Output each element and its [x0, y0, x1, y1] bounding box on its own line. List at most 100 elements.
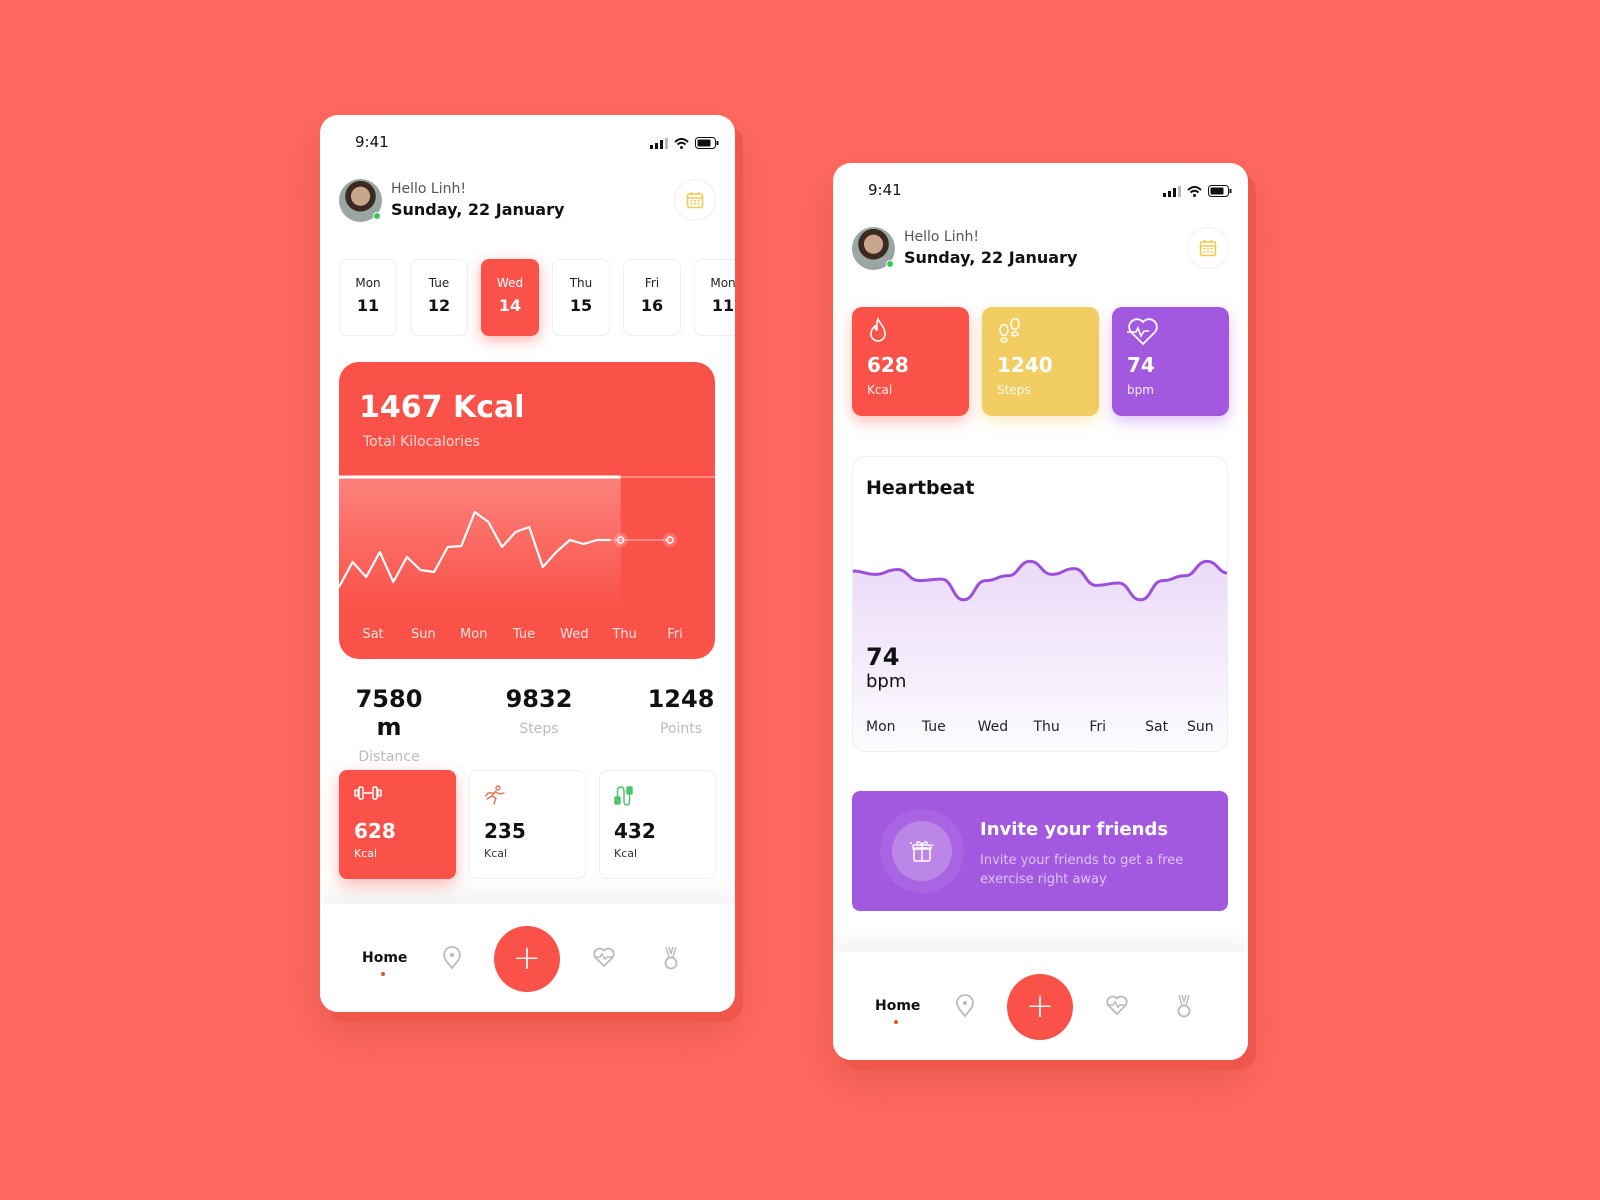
phone-screen-health: 9:41 Hello Linh! Sunday, 22 January 628 …	[833, 163, 1248, 1060]
battery-icon	[1208, 185, 1232, 197]
day-item-selected[interactable]: Wed 14	[481, 259, 539, 336]
stat-label: Steps	[519, 721, 559, 737]
tile-value: 1240	[997, 353, 1053, 377]
heart-pulse-icon[interactable]	[592, 946, 616, 968]
stat-value: 7580 m	[355, 685, 423, 741]
kilocalories-card: 1467 Kcal Total Kilocalories Sat Sun Mon Tu…	[339, 362, 715, 659]
day-number: 11	[711, 296, 735, 315]
x-tick-label: Sun	[411, 627, 436, 642]
bottom-nav: Home +	[833, 952, 1248, 1060]
add-button[interactable]: +	[494, 926, 560, 992]
status-time: 9:41	[355, 133, 389, 151]
activity-card-running[interactable]: 235 Kcal	[469, 770, 586, 879]
invite-friends-banner[interactable]: Invite your friends Invite your friends …	[852, 791, 1228, 911]
heartbeat-area-chart	[853, 559, 1227, 751]
battery-icon	[695, 137, 719, 149]
day-number: 14	[498, 296, 522, 315]
activity-card-weights[interactable]: 628 Kcal	[339, 770, 456, 879]
add-button[interactable]: +	[1007, 974, 1073, 1040]
signal-icon	[1163, 185, 1181, 197]
tile-heart-rate[interactable]: 74 bpm	[1112, 307, 1229, 416]
active-indicator	[381, 972, 385, 976]
active-indicator	[894, 1020, 898, 1024]
online-indicator	[373, 212, 381, 220]
x-tick-label: Tue	[512, 627, 535, 642]
day-name: Wed	[496, 276, 524, 290]
tile-value: 74	[1127, 353, 1155, 377]
flame-icon	[870, 317, 886, 342]
dumbbell-icon	[354, 786, 382, 800]
medal-icon[interactable]	[1176, 994, 1192, 1018]
nav-home[interactable]: Home	[875, 998, 920, 1014]
x-tick-label: Wed	[560, 627, 588, 642]
activity-unit: Kcal	[614, 847, 638, 860]
signal-icon	[650, 137, 668, 149]
activity-cards: 628 Kcal 235 Kcal 432 Kcal	[339, 770, 716, 879]
calendar-icon	[686, 192, 704, 209]
day-item[interactable]: Mon 11	[339, 259, 397, 336]
x-tick-label: Tue	[921, 719, 946, 735]
status-bar: 9:41	[320, 133, 735, 155]
tile-steps[interactable]: 1240 Steps	[982, 307, 1099, 416]
day-name: Mon	[710, 276, 735, 290]
avatar[interactable]	[852, 227, 895, 270]
heart-pulse-icon[interactable]	[1105, 994, 1129, 1016]
day-item[interactable]: Thu 15	[552, 259, 610, 336]
heartbeat-x-axis: Mon Tue Wed Thu Fri Sat Sun	[866, 719, 1214, 737]
activity-card-jump-rope[interactable]: 432 Kcal	[599, 770, 716, 879]
heartbeat-title: Heartbeat	[866, 477, 975, 499]
x-tick-label: Fri	[667, 627, 683, 642]
heartbeat-value: 74	[866, 643, 900, 671]
day-item[interactable]: Mon 11	[694, 259, 735, 336]
activity-value: 235	[484, 819, 526, 843]
metric-tiles: 628 Kcal 1240 Steps 74 bpm	[852, 307, 1229, 416]
gift-icon	[910, 841, 934, 862]
x-tick-label: Sat	[362, 627, 383, 642]
activity-value: 432	[614, 819, 656, 843]
calendar-button[interactable]	[1187, 227, 1229, 269]
location-pin-icon[interactable]	[442, 946, 462, 970]
gift-icon-badge	[892, 821, 952, 881]
x-tick-label: Mon	[460, 627, 487, 642]
invite-description: Invite your friends to get a free exerci…	[980, 853, 1184, 887]
current-date: Sunday, 22 January	[391, 200, 565, 219]
calendar-icon	[1199, 240, 1217, 257]
stat-label: Distance	[358, 749, 420, 765]
wifi-icon	[1187, 185, 1202, 197]
footsteps-icon	[999, 317, 1020, 343]
nav-home[interactable]: Home	[362, 950, 407, 966]
running-icon	[485, 785, 505, 805]
x-tick-label: Thu	[611, 627, 636, 642]
tile-calories[interactable]: 628 Kcal	[852, 307, 969, 416]
greeting-text: Hello Linh!	[391, 181, 466, 197]
current-date: Sunday, 22 January	[904, 248, 1078, 267]
medal-icon[interactable]	[663, 946, 679, 970]
day-item[interactable]: Fri 16	[623, 259, 681, 336]
data-point-halo	[663, 533, 677, 547]
tile-unit: Kcal	[867, 383, 893, 397]
x-tick-label: Fri	[1089, 719, 1107, 735]
stat-steps: 9832 Steps	[489, 685, 589, 737]
day-number: 16	[640, 296, 664, 315]
day-item[interactable]: Tue 12	[410, 259, 468, 336]
heart-pulse-icon	[1127, 318, 1158, 346]
day-number: 15	[569, 296, 593, 315]
location-pin-icon[interactable]	[955, 994, 975, 1018]
activity-value: 628	[354, 819, 396, 843]
stat-label: Points	[659, 721, 703, 737]
day-number: 11	[356, 296, 380, 315]
jump-rope-icon	[614, 786, 633, 806]
stat-value: 1248	[647, 685, 715, 713]
data-point-halo	[613, 533, 628, 547]
x-tick-label: Wed	[977, 719, 1009, 735]
x-tick-label: Sun	[1187, 719, 1214, 735]
avatar[interactable]	[339, 179, 382, 222]
tile-unit: Steps	[997, 383, 1031, 397]
day-name: Tue	[428, 276, 450, 290]
day-name: Fri	[644, 276, 660, 290]
invite-title: Invite your friends	[980, 819, 1169, 840]
online-indicator	[886, 260, 894, 268]
heartbeat-card: Heartbeat 74 bpm Mon Tue Wed Thu Fri Sat Sun	[852, 456, 1228, 752]
tile-unit: bpm	[1127, 383, 1154, 397]
calendar-button[interactable]	[674, 179, 716, 221]
